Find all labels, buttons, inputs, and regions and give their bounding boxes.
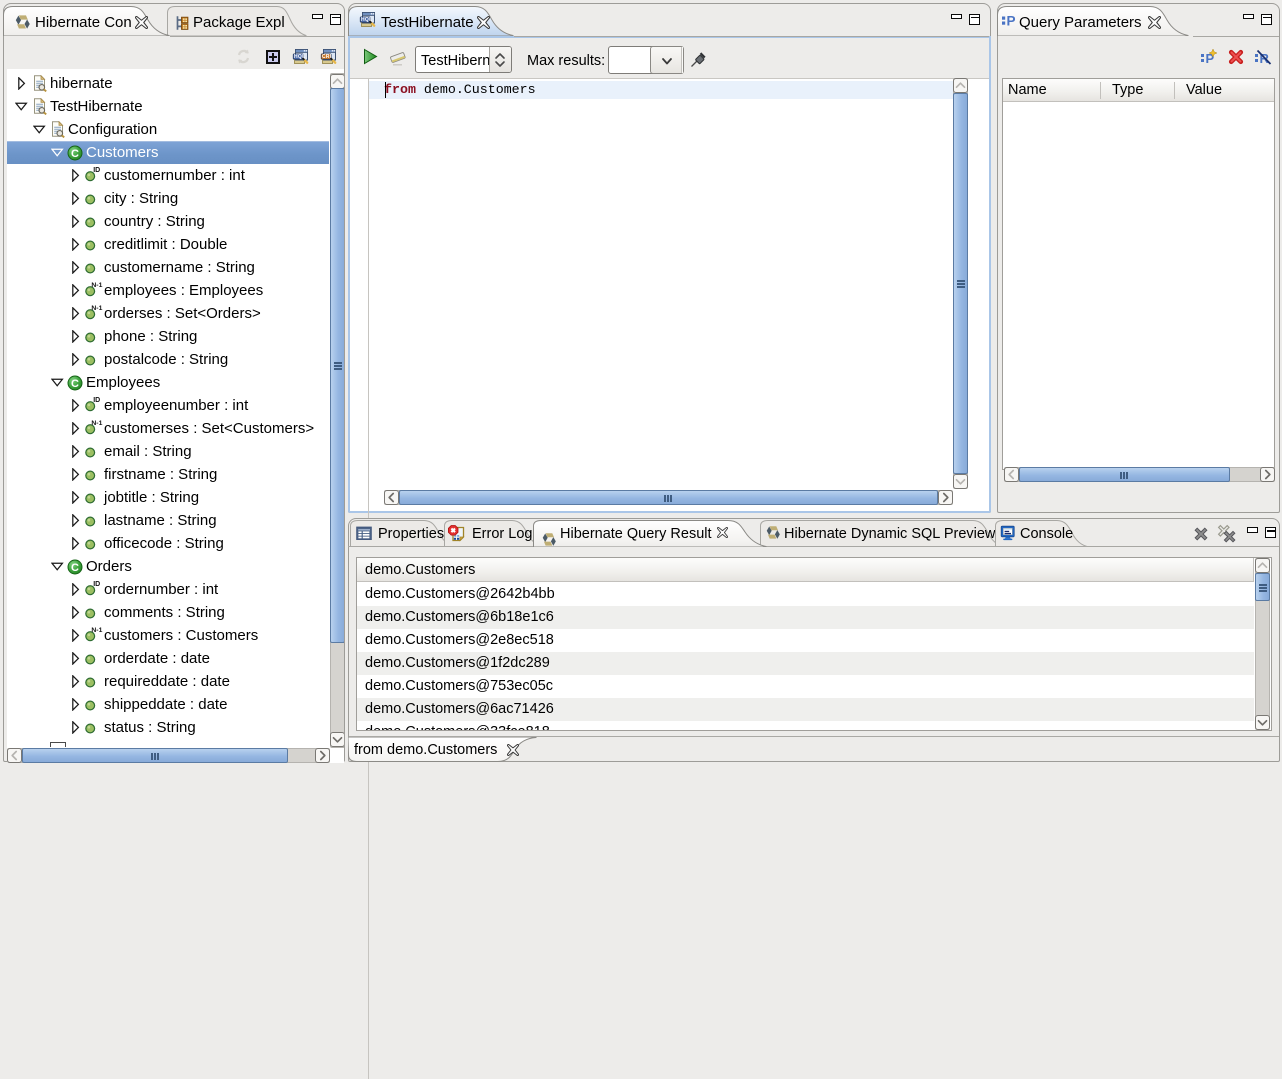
svg-text:P: P <box>1007 14 1016 29</box>
svg-text:ID: ID <box>93 167 100 174</box>
svg-text:C: C <box>71 378 79 390</box>
svg-text:N-1: N-1 <box>91 627 102 634</box>
svg-text:C: C <box>71 148 79 160</box>
svg-text:N-1: N-1 <box>91 420 102 427</box>
svg-text:ID: ID <box>93 397 100 404</box>
svg-text:C: C <box>71 562 79 574</box>
svg-text:N-1: N-1 <box>91 282 102 289</box>
svg-text:CRI: CRI <box>322 54 332 60</box>
svg-text:ID: ID <box>93 581 100 588</box>
svg-text:N-1: N-1 <box>91 305 102 312</box>
